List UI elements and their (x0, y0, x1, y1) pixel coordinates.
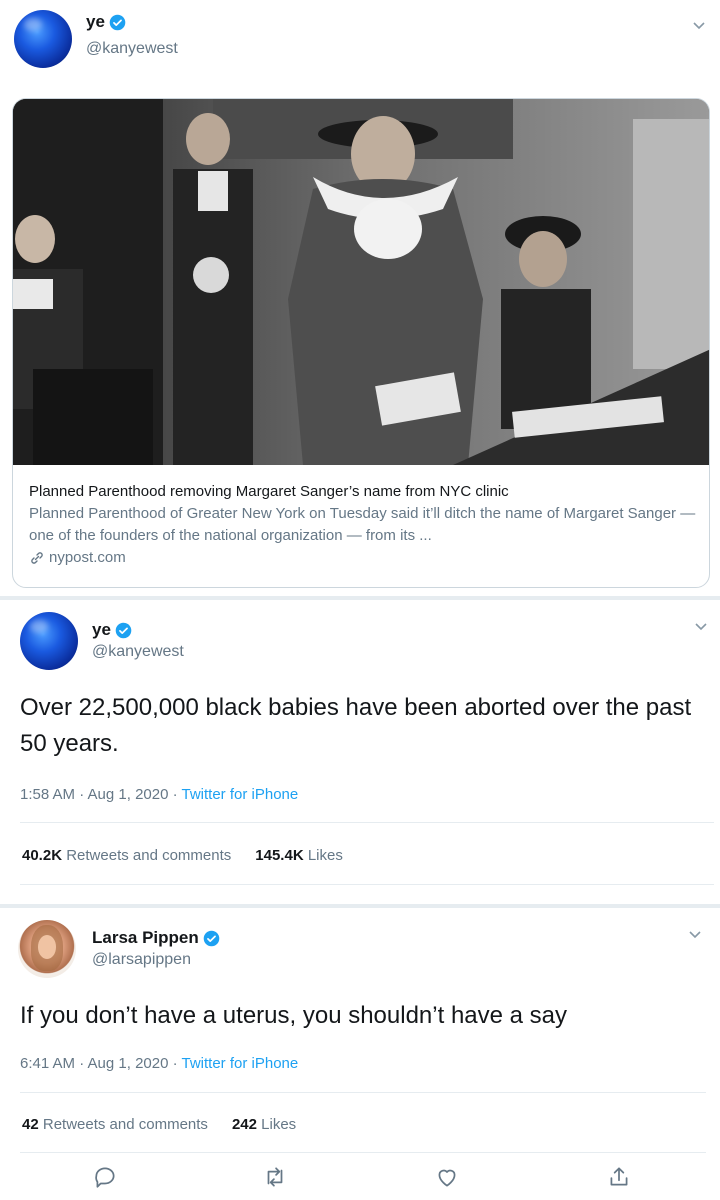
like-icon[interactable] (434, 1164, 460, 1190)
link-card-description: Planned Parenthood of Greater New York o… (29, 505, 696, 544)
share-icon[interactable] (606, 1164, 632, 1190)
tweet-text: If you don’t have a uterus, you shouldn’… (20, 1002, 568, 1029)
handle[interactable]: @larsapippen (92, 951, 191, 969)
retweets-stat[interactable]: 40.2K Retweets and comments (22, 847, 231, 864)
reply-icon[interactable] (92, 1164, 118, 1190)
tweet-stats: 42 Retweets and comments 242 Likes (22, 1116, 296, 1133)
chevron-down-icon[interactable] (688, 927, 702, 941)
avatar[interactable] (18, 920, 76, 978)
tweet-divider (0, 596, 720, 600)
link-card-photo (13, 99, 709, 465)
verified-badge-icon (115, 622, 132, 638)
link-card[interactable]: Planned Parenthood removing Margaret San… (12, 98, 710, 588)
tweet-source-app[interactable]: Twitter for iPhone (182, 1055, 299, 1072)
avatar[interactable] (20, 612, 78, 670)
retweet-icon[interactable] (262, 1164, 288, 1190)
tweet-meta: 6:41 AM · Aug 1, 2020 · Twitter for iPho… (20, 1055, 298, 1072)
tweet-meta: 1:58 AM · Aug 1, 2020 · Twitter for iPho… (20, 786, 298, 803)
divider (20, 884, 714, 885)
avatar[interactable] (14, 10, 72, 68)
chevron-down-icon[interactable] (694, 619, 708, 633)
tweet-text: Over 22,500,000 black babies have been a… (20, 694, 692, 757)
link-card-domain: nypost.com (29, 547, 699, 569)
retweets-stat[interactable]: 42 Retweets and comments (22, 1116, 208, 1133)
divider (20, 822, 714, 823)
display-name[interactable]: Larsa Pippen (92, 928, 220, 948)
link-card-title: Planned Parenthood removing Margaret San… (29, 483, 509, 500)
chevron-down-icon[interactable] (692, 18, 706, 32)
handle[interactable]: @kanyewest (86, 40, 178, 58)
handle[interactable]: @kanyewest (92, 643, 184, 661)
verified-badge-icon (203, 930, 220, 946)
likes-stat[interactable]: 145.4K Likes (255, 847, 343, 864)
tweet-timestamp[interactable]: 6:41 AM · Aug 1, 2020 · (20, 1055, 182, 1072)
divider (20, 1152, 706, 1153)
divider (20, 1092, 706, 1093)
verified-badge-icon (109, 14, 126, 30)
display-name[interactable]: ye (92, 620, 132, 640)
display-name[interactable]: ye (86, 12, 126, 32)
tweet-divider (0, 904, 720, 908)
tweet-stats: 40.2K Retweets and comments 145.4K Likes (22, 847, 343, 864)
tweet-timestamp[interactable]: 1:58 AM · Aug 1, 2020 · (20, 786, 182, 803)
tweet-actions (0, 1164, 720, 1194)
link-icon (31, 552, 43, 564)
tweet-source-app[interactable]: Twitter for iPhone (182, 786, 299, 803)
likes-stat[interactable]: 242 Likes (232, 1116, 296, 1133)
